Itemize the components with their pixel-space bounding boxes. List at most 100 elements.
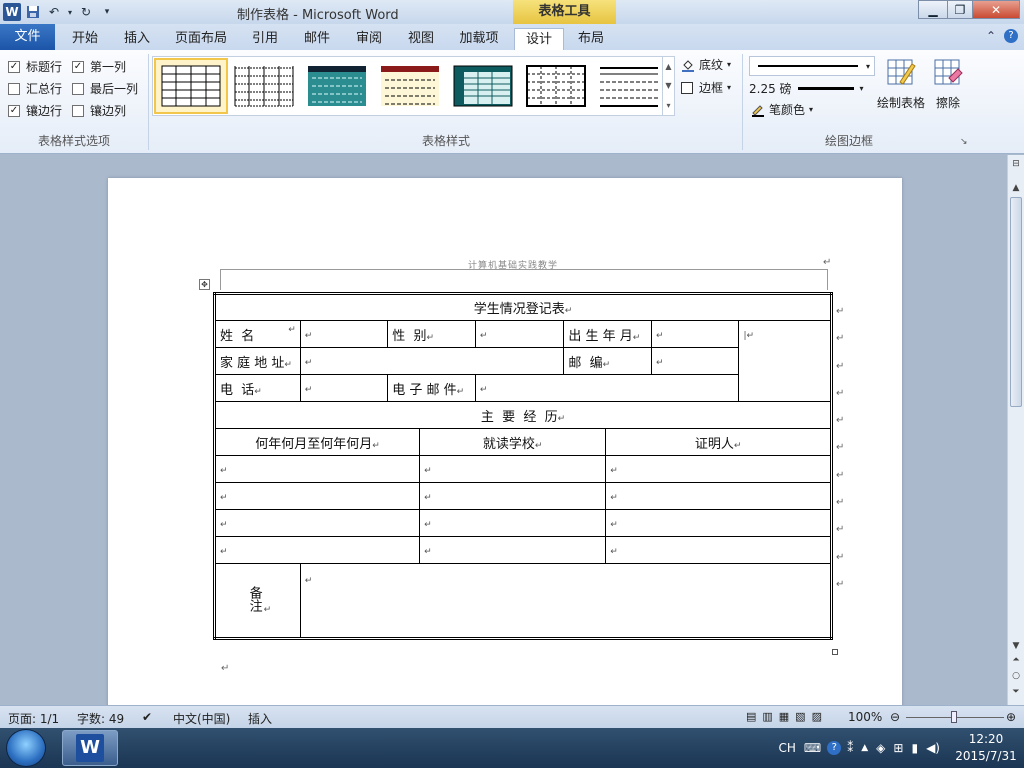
- history-period-cell[interactable]: ↵: [213, 509, 421, 537]
- checkbox-banded-rows[interactable]: ✓ 镶边行: [8, 102, 62, 119]
- vertical-scrollbar[interactable]: ⊟ ▲ ▼ ⏶ ○ ⏷: [1007, 155, 1024, 705]
- label-gender-cell[interactable]: 性 别↵: [387, 320, 476, 348]
- show-hidden-icons[interactable]: ▲: [861, 743, 868, 753]
- history-school-cell[interactable]: ↵: [419, 482, 607, 510]
- help-icon[interactable]: ?: [827, 741, 842, 755]
- proofing-icon[interactable]: ✔: [142, 710, 152, 724]
- table-style-lines-only[interactable]: [594, 60, 664, 112]
- save-icon[interactable]: [24, 3, 42, 21]
- zoom-out-icon[interactable]: ⊖: [890, 710, 900, 724]
- photo-cell[interactable]: |↵: [738, 320, 832, 402]
- scroll-thumb[interactable]: [1010, 197, 1022, 407]
- label-address-cell[interactable]: 家 庭 地 址↵: [214, 347, 301, 375]
- table-style-maroon-header[interactable]: [375, 60, 445, 112]
- clock[interactable]: 12:20 2015/7/31: [948, 731, 1024, 765]
- keyboard-icon[interactable]: ⌨: [804, 741, 821, 755]
- table-style-teal-grid[interactable]: [448, 60, 518, 112]
- windows-flag-icon[interactable]: ⊞: [893, 741, 903, 755]
- start-button[interactable]: [6, 729, 46, 767]
- header-witness-cell[interactable]: 证明人↵: [605, 428, 832, 456]
- pen-color-button[interactable]: 笔颜色 ▾: [751, 101, 813, 118]
- history-witness-cell[interactable]: ↵: [605, 536, 832, 564]
- insert-mode-indicator[interactable]: 插入: [248, 710, 272, 727]
- label-birth-date-cell[interactable]: 出 生 年 月↵: [563, 320, 653, 348]
- redo-icon[interactable]: ↻: [77, 3, 95, 21]
- input-birth-date-cell[interactable]: ↵: [651, 320, 740, 348]
- eraser-button[interactable]: 擦除: [930, 58, 966, 111]
- scroll-down-icon[interactable]: ▼: [1008, 641, 1024, 651]
- tab-addins[interactable]: 加载项: [452, 28, 506, 50]
- tab-page-layout[interactable]: 页面布局: [170, 28, 232, 50]
- language-indicator[interactable]: 中文(中国): [173, 710, 230, 727]
- table-style-grid-dashed[interactable]: [521, 60, 591, 112]
- ime-indicator[interactable]: CH: [779, 741, 796, 755]
- label-remark-cell[interactable]: 备注 ↵: [214, 563, 301, 639]
- word-count[interactable]: 字数: 49: [77, 710, 124, 727]
- tab-file[interactable]: 文件: [0, 24, 55, 50]
- tab-review[interactable]: 审阅: [348, 28, 390, 50]
- next-page-icon[interactable]: ⏷: [1008, 687, 1024, 697]
- history-period-cell[interactable]: ↵: [213, 536, 421, 564]
- network-icon[interactable]: ▮: [911, 741, 918, 755]
- input-email-cell[interactable]: ↵: [474, 374, 740, 402]
- previous-page-icon[interactable]: ⏶: [1008, 655, 1024, 665]
- input-address-cell[interactable]: ↵: [299, 347, 565, 375]
- input-phone-cell[interactable]: ↵: [299, 374, 389, 402]
- word-app-icon[interactable]: W: [3, 3, 21, 21]
- tab-home[interactable]: 开始: [64, 28, 106, 50]
- history-period-cell[interactable]: ↵: [213, 482, 421, 510]
- dialog-launcher-icon[interactable]: ↘: [960, 137, 968, 147]
- table-resize-handle-icon[interactable]: [832, 649, 838, 655]
- document-page[interactable]: 计算机基础实践教学 ↵ ✥ 学生情况登记表↵ 姓 名 ↵ ↵ 性 别↵ ↵ 出 生…: [108, 178, 902, 705]
- history-witness-cell[interactable]: ↵: [605, 482, 832, 510]
- gallery-down-icon[interactable]: ▼: [665, 81, 671, 90]
- customize-icon[interactable]: ▾: [98, 3, 116, 21]
- gallery-up-icon[interactable]: ▲: [665, 62, 671, 71]
- minimize-button[interactable]: ▁: [918, 0, 948, 19]
- history-period-cell[interactable]: ↵: [213, 455, 421, 483]
- help-icon[interactable]: ?: [1004, 29, 1018, 43]
- ime-options-icon[interactable]: ⁑: [847, 741, 853, 755]
- line-style-dropdown[interactable]: ▾: [749, 56, 875, 76]
- label-postcode-cell[interactable]: 邮 编↵: [563, 347, 653, 375]
- shading-button[interactable]: 底纹 ▾: [681, 56, 731, 73]
- table-move-handle-icon[interactable]: ✥: [199, 279, 210, 290]
- input-postcode-cell[interactable]: ↵: [651, 347, 740, 375]
- undo-dropdown-icon[interactable]: ▾: [66, 3, 74, 21]
- draw-table-button[interactable]: 绘制表格: [872, 58, 930, 111]
- tab-design[interactable]: 设计: [514, 28, 564, 50]
- table-style-light-grid[interactable]: [229, 60, 299, 112]
- label-email-cell[interactable]: 电 子 邮 件↵: [387, 374, 476, 402]
- header-period-cell[interactable]: 何年何月至何年何月↵: [213, 428, 421, 456]
- restore-button[interactable]: ❐: [947, 0, 973, 19]
- security-icon[interactable]: ◈: [876, 741, 885, 755]
- table-style-plain-grid[interactable]: [154, 58, 228, 114]
- history-witness-cell[interactable]: ↵: [605, 455, 832, 483]
- ruler-toggle-icon[interactable]: ⊟: [1008, 159, 1024, 169]
- collapse-ribbon-icon[interactable]: ⌃: [986, 29, 996, 43]
- volume-icon[interactable]: ◀): [926, 741, 940, 755]
- tab-references[interactable]: 引用: [244, 28, 286, 50]
- table-title-cell[interactable]: 学生情况登记表↵: [214, 293, 832, 321]
- input-remark-cell[interactable]: ↵: [299, 563, 833, 639]
- page-count[interactable]: 页面: 1/1: [8, 710, 59, 727]
- tab-layout[interactable]: 布局: [570, 28, 612, 50]
- table-style-teal-shading[interactable]: [302, 60, 372, 112]
- undo-icon[interactable]: ↶: [45, 3, 63, 21]
- checkbox-first-column[interactable]: ✓ 第一列: [72, 58, 126, 75]
- input-gender-cell[interactable]: ↵: [474, 320, 565, 348]
- tab-mailings[interactable]: 邮件: [296, 28, 338, 50]
- checkbox-total-row[interactable]: 汇总行: [8, 80, 62, 97]
- zoom-level[interactable]: 100%: [848, 710, 882, 724]
- scroll-up-icon[interactable]: ▲: [1008, 183, 1024, 193]
- history-school-cell[interactable]: ↵: [419, 509, 607, 537]
- section-history-cell[interactable]: 主 要 经 历↵: [214, 401, 832, 429]
- label-phone-cell[interactable]: 电 话↵: [214, 374, 301, 402]
- header-school-cell[interactable]: 就读学校↵: [419, 428, 607, 456]
- browse-object-icon[interactable]: ○: [1008, 671, 1024, 681]
- input-name-cell[interactable]: ↵: [299, 320, 389, 348]
- checkbox-header-row[interactable]: ✓ 标题行: [8, 58, 62, 75]
- label-name-cell[interactable]: 姓 名 ↵: [214, 320, 301, 348]
- zoom-in-icon[interactable]: ⊕: [1006, 710, 1016, 724]
- zoom-slider-thumb[interactable]: [951, 711, 957, 723]
